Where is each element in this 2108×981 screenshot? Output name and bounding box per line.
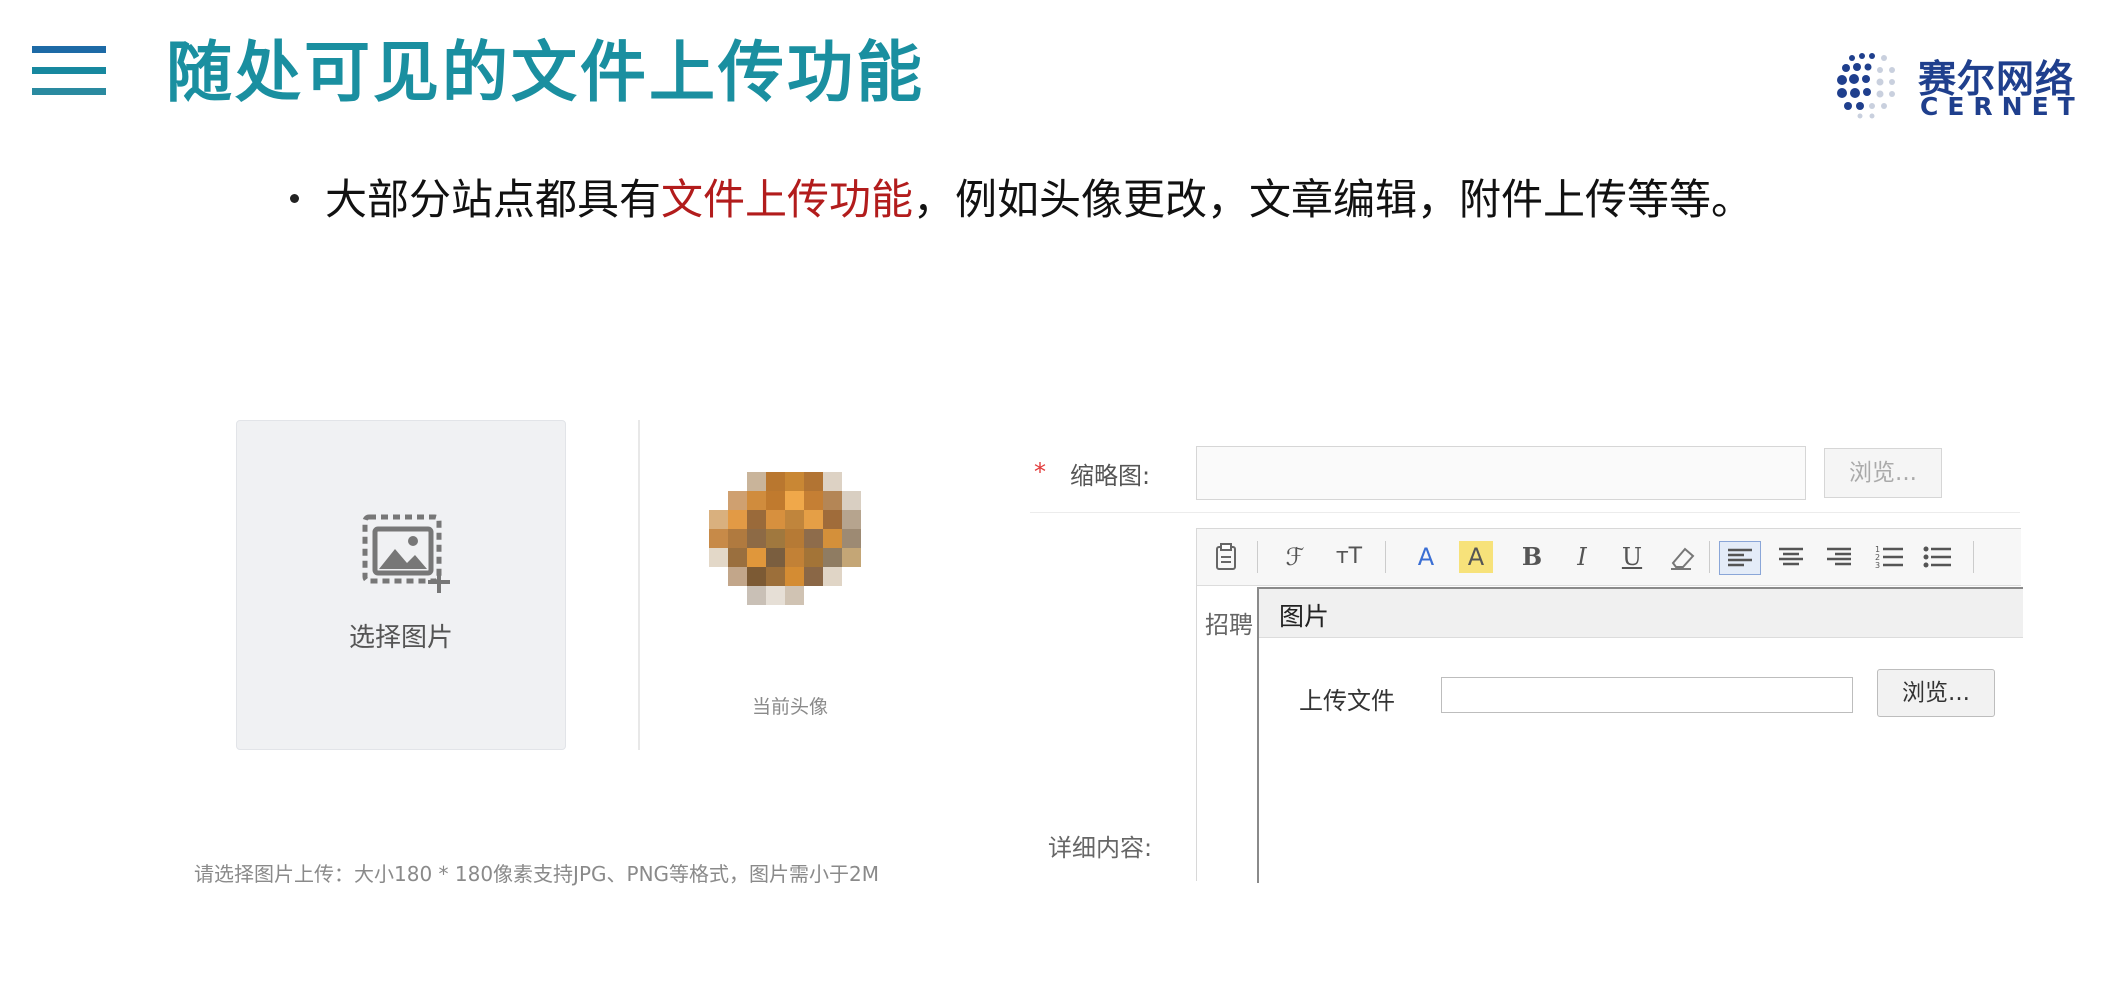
toolbar-separator (1385, 541, 1386, 573)
hamburger-icon[interactable] (32, 46, 106, 98)
font-family-button[interactable]: ℱ (1275, 541, 1315, 573)
menu-bar (32, 46, 106, 53)
unordered-list-icon[interactable] (1917, 541, 1957, 573)
article-editor-screenshot: * 缩略图: 浏览... ℱ тT A A B I U 1 2 3 招聘 图片 … (1030, 440, 2023, 883)
toolbar-separator (1973, 541, 1974, 573)
logo-dots-icon (1837, 53, 1895, 119)
svg-text:3: 3 (1875, 561, 1880, 570)
italic-button[interactable]: I (1567, 541, 1597, 573)
bold-button[interactable]: B (1517, 541, 1547, 573)
thumbnail-browse-button[interactable]: 浏览... (1824, 448, 1942, 498)
bullet-text-after: ，例如头像更改，文章编辑，附件上传等等。 (913, 175, 1754, 224)
row-divider (1030, 512, 2020, 513)
dialog-title: 图片 (1279, 602, 1330, 631)
ordered-list-icon[interactable]: 123 (1869, 541, 1909, 573)
avatar-caption: 当前头像 (751, 696, 828, 718)
bullet-dot-icon (290, 194, 299, 203)
bullet-point: 大部分站点都具有文件上传功能，例如头像更改，文章编辑，附件上传等等。 (290, 170, 1753, 230)
paste-icon[interactable] (1211, 541, 1241, 573)
logo-text-en: CERNET (1920, 92, 2084, 121)
bullet-text-before: 大部分站点都具有 (325, 175, 662, 224)
font-color-button[interactable]: A (1409, 541, 1443, 573)
upload-file-input[interactable] (1441, 677, 1853, 713)
select-image-label: 选择图片 (348, 623, 453, 653)
thumbnail-input[interactable] (1196, 446, 1806, 500)
thumbnail-label: 缩略图: (1070, 462, 1151, 490)
highlight-color-button[interactable]: A (1459, 541, 1493, 573)
image-add-icon (362, 514, 450, 593)
cernet-logo: 赛尔网络 CERNET (1832, 40, 2092, 130)
rich-text-editor: ℱ тT A A B I U 123 招聘 图片 上传文件 浏览... (1196, 528, 2023, 883)
align-right-icon[interactable] (1819, 541, 1859, 573)
align-center-icon[interactable] (1771, 541, 1811, 573)
image-dialog: 图片 上传文件 浏览... (1257, 587, 2023, 883)
editor-side-label: 招聘 (1205, 611, 1253, 639)
avatar (709, 472, 861, 605)
menu-bar (32, 67, 106, 74)
underline-button[interactable]: U (1617, 541, 1647, 573)
menu-bar (32, 88, 106, 95)
divider (638, 420, 640, 750)
select-image-button[interactable]: 选择图片 (236, 420, 566, 750)
detail-content-label: 详细内容: (1048, 834, 1153, 862)
bullet-highlight: 文件上传功能 (661, 175, 914, 224)
dialog-titlebar: 图片 (1259, 589, 2023, 638)
upload-file-label: 上传文件 (1299, 687, 1395, 715)
upload-browse-button[interactable]: 浏览... (1877, 669, 1995, 717)
eraser-icon[interactable] (1667, 541, 1697, 573)
align-left-icon[interactable] (1719, 541, 1761, 575)
page-title: 随处可见的文件上传功能 (166, 34, 925, 111)
editor-toolbar: ℱ тT A A B I U 123 (1197, 529, 2021, 586)
avatar-upload-screenshot: 选择图片 当前头像 请选择图片上传：大小180 * 180像素支持JPG、PNG… (188, 418, 948, 898)
toolbar-separator (1709, 541, 1710, 573)
upload-hint: 请选择图片上传：大小180 * 180像素支持JPG、PNG等格式，图片需小于2… (194, 862, 880, 886)
font-size-button[interactable]: тT (1325, 541, 1373, 573)
required-mark: * (1034, 458, 1046, 486)
toolbar-separator (1257, 541, 1258, 573)
